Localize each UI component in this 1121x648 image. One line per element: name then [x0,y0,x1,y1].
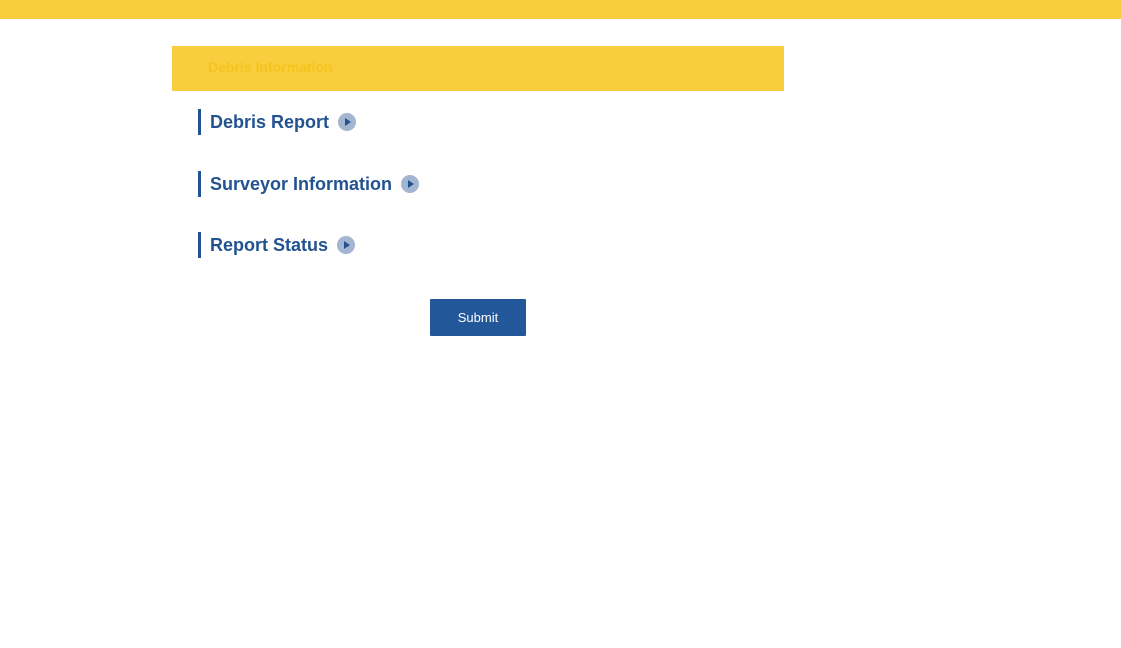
section-label: Debris Report [210,111,330,132]
section-surveyor-information[interactable]: Surveyor Information [198,171,420,197]
top-accent-bar [0,0,1121,19]
section-label: Report Status [210,234,329,255]
form-header-banner: Debris Information [172,46,784,91]
section-debris-report[interactable]: Debris Report [198,109,357,135]
chevron-right-circle-icon[interactable] [337,236,356,254]
section-report-status[interactable]: Report Status [198,232,356,258]
submit-button[interactable]: Submit [430,299,526,336]
chevron-right-circle-icon[interactable] [338,113,357,131]
section-label: Surveyor Information [210,173,393,194]
form-header-title: Debris Information [208,59,333,75]
chevron-right-circle-icon[interactable] [401,175,420,193]
